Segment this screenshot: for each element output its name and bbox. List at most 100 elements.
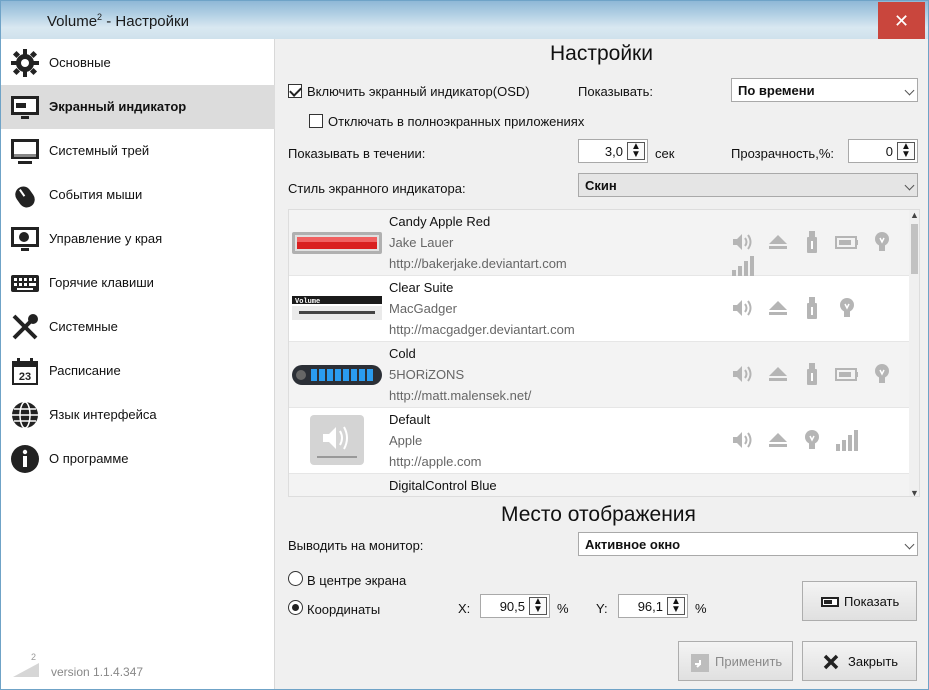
show-mode-select[interactable]: По времени bbox=[731, 78, 918, 102]
settings-panel: Настройки Включить экранный индикатор(OS… bbox=[276, 39, 928, 689]
x-coord-stepper[interactable]: 90,5 ▲ ▼ bbox=[480, 594, 550, 618]
show-preview-label: Показать bbox=[844, 594, 900, 609]
chevron-down-icon bbox=[904, 180, 915, 191]
close-label: Закрыть bbox=[848, 654, 899, 669]
sidebar-item-label: О программе bbox=[49, 451, 129, 466]
eject-icon bbox=[768, 235, 787, 249]
sidebar-item-edge[interactable]: Управление у края bbox=[1, 217, 275, 261]
bulb-icon bbox=[874, 364, 889, 383]
sidebar-item-label: Язык интерфейса bbox=[49, 407, 157, 422]
osd-enable-checkbox[interactable] bbox=[288, 84, 302, 98]
opacity-value: 0 bbox=[885, 144, 893, 159]
sidebar: Основные Экранный индикатор Системный тр… bbox=[1, 39, 275, 689]
placement-title: Место отображения bbox=[501, 503, 696, 526]
feature-icons bbox=[731, 230, 909, 277]
signal-bars-icon bbox=[835, 430, 858, 451]
monitor-value: Активное окно bbox=[585, 537, 681, 552]
sidebar-item-tray[interactable]: Системный трей bbox=[1, 129, 275, 173]
logo-sup: 2 bbox=[31, 652, 36, 662]
skin-name: DigitalControl Blue bbox=[389, 478, 497, 493]
battery-icon bbox=[834, 236, 858, 249]
fullscreen-disable-checkbox[interactable] bbox=[309, 114, 323, 128]
bulb-icon bbox=[805, 430, 820, 449]
center-radio[interactable] bbox=[288, 571, 303, 586]
sidebar-item-hotkeys[interactable]: Горячие клавиши bbox=[1, 261, 275, 305]
show-mode-value: По времени bbox=[738, 83, 815, 98]
battery-icon bbox=[834, 368, 858, 381]
scroll-down-icon[interactable]: ▼ bbox=[910, 488, 919, 496]
calendar-day: 23 bbox=[19, 371, 31, 383]
x-percent: % bbox=[557, 601, 569, 616]
keyboard-icon bbox=[11, 275, 39, 292]
x-label: X: bbox=[458, 601, 471, 616]
stepper-arrows-icon[interactable]: ▲ ▼ bbox=[667, 597, 685, 615]
gear-icon bbox=[11, 49, 39, 77]
skin-row[interactable]: Default Apple http://apple.com bbox=[289, 408, 909, 474]
usb-icon bbox=[807, 297, 818, 319]
sidebar-item-language[interactable]: Язык интерфейса bbox=[1, 393, 275, 437]
skin-url: http://matt.malensek.net/ bbox=[389, 388, 532, 403]
close-window-button[interactable]: ✕ bbox=[878, 2, 925, 40]
apply-button[interactable]: Применить bbox=[678, 641, 793, 681]
stepper-arrows-icon[interactable]: ▲ ▼ bbox=[627, 142, 645, 160]
y-value: 96,1 bbox=[637, 599, 663, 614]
duration-stepper[interactable]: 3,0 ▲ ▼ bbox=[578, 139, 648, 163]
sidebar-item-system[interactable]: Системные bbox=[1, 305, 275, 349]
skin-name: Candy Apple Red bbox=[389, 214, 491, 229]
skin-author: Apple bbox=[389, 433, 423, 448]
eject-icon bbox=[768, 367, 787, 381]
skin-thumbnail bbox=[292, 365, 382, 385]
apply-label: Применить bbox=[715, 654, 783, 669]
monitor-select[interactable]: Активное окно bbox=[578, 532, 918, 556]
stepper-arrows-icon[interactable]: ▲ ▼ bbox=[529, 597, 547, 615]
style-select[interactable]: Скин bbox=[578, 173, 918, 197]
y-label: Y: bbox=[596, 601, 608, 616]
skin-url: http://bakerjake.deviantart.com bbox=[389, 256, 567, 271]
close-icon: ✕ bbox=[893, 11, 910, 31]
sidebar-item-label: Экранный индикатор bbox=[49, 99, 187, 114]
sidebar-item-schedule[interactable]: 23 Расписание bbox=[1, 349, 275, 393]
osd-enable-label: Включить экранный индикатор(OSD) bbox=[307, 84, 530, 99]
skin-list[interactable]: Candy Apple Red Jake Lauer http://bakerj… bbox=[288, 209, 920, 497]
show-preview-button[interactable]: Показать bbox=[802, 581, 917, 621]
sidebar-item-mouse[interactable]: События мыши bbox=[1, 173, 275, 217]
skin-list-scrollbar[interactable]: ▲ ▼ bbox=[909, 210, 919, 496]
feature-icons bbox=[731, 362, 901, 388]
opacity-stepper[interactable]: 0 ▲ ▼ bbox=[848, 139, 918, 163]
skin-thumbnail bbox=[291, 492, 383, 497]
sidebar-item-about[interactable]: О программе bbox=[1, 437, 275, 481]
scrollbar-thumb[interactable] bbox=[911, 224, 918, 274]
sidebar-item-label: Расписание bbox=[49, 363, 121, 378]
skin-row[interactable]: DigitalControl Blue bbox=[289, 474, 909, 497]
usb-icon bbox=[807, 231, 818, 253]
scroll-up-icon[interactable]: ▲ bbox=[910, 210, 919, 220]
window-title: Volume2 - Настройки bbox=[47, 12, 189, 30]
coords-radio[interactable] bbox=[288, 600, 303, 615]
skin-row[interactable]: Candy Apple Red Jake Lauer http://bakerj… bbox=[289, 210, 909, 277]
skin-author: MacGadger bbox=[389, 301, 457, 316]
skin-row[interactable]: Cold 5HORiZONS http://matt.malensek.net/ bbox=[289, 342, 909, 408]
fullscreen-disable-label: Отключать в полноэкранных приложениях bbox=[328, 114, 585, 129]
duration-value: 3,0 bbox=[604, 144, 623, 159]
speaker-icon bbox=[733, 234, 752, 250]
sidebar-item-general[interactable]: Основные bbox=[1, 41, 275, 85]
close-button[interactable]: Закрыть bbox=[802, 641, 917, 681]
skin-thumbnail bbox=[292, 232, 382, 254]
skin-thumbnail: Volume bbox=[292, 296, 382, 320]
volume-logo-icon: 2 bbox=[13, 652, 39, 677]
apply-icon bbox=[691, 654, 709, 672]
y-coord-stepper[interactable]: 96,1 ▲ ▼ bbox=[618, 594, 688, 618]
stepper-arrows-icon[interactable]: ▲ ▼ bbox=[897, 142, 915, 160]
eject-icon bbox=[768, 301, 787, 315]
coords-label: Координаты bbox=[307, 602, 381, 617]
skin-row[interactable]: Volume Clear Suite MacGadger http://macg… bbox=[289, 276, 909, 342]
feature-icons bbox=[731, 296, 866, 322]
sidebar-item-label: Системные bbox=[49, 319, 118, 334]
sidebar-item-osd[interactable]: Экранный индикатор bbox=[1, 85, 275, 129]
duration-label: Показывать в течении: bbox=[288, 146, 426, 161]
speaker-icon bbox=[733, 432, 752, 448]
skin-thumbnail bbox=[310, 415, 364, 465]
title-bar: Volume2 - Настройки ✕ bbox=[1, 1, 928, 40]
bulb-icon bbox=[874, 232, 889, 251]
skin-author: 5HORiZONS bbox=[389, 367, 465, 382]
